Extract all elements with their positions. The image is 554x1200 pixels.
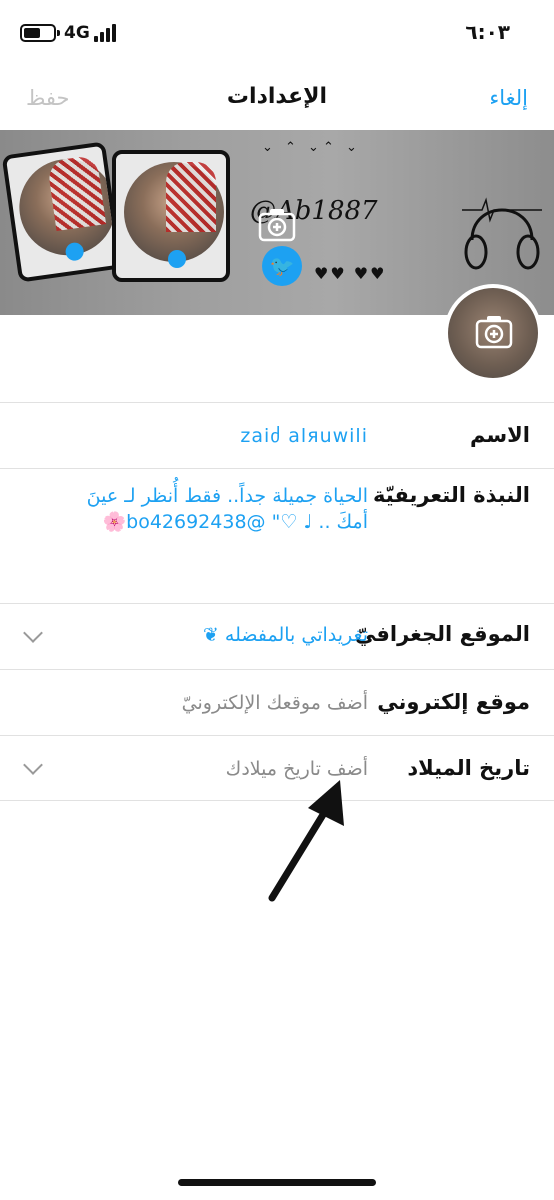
avatar-camera-icon[interactable] (475, 315, 513, 353)
profile-form: الاسم zaiძ alяuwili النبذة التعريفيّة ال… (0, 402, 554, 801)
banner-photo-right (112, 150, 230, 282)
header-banner[interactable]: ⌄ ⌃ ⌄⌃ ⌄ @Ab1887 🐦 ♥♥ ♥♥ (0, 130, 554, 315)
battery-icon (20, 24, 60, 42)
birthday-label: تاريخ الميلاد (407, 756, 530, 780)
profile-avatar[interactable] (444, 284, 542, 382)
bio-row[interactable]: النبذة التعريفيّة الحياة جميلة جداً.. فق… (0, 468, 554, 603)
bio-field[interactable]: الحياة جميلة جداً.. فقط أُنظر لـ عينَ أم… (58, 483, 368, 535)
location-row[interactable]: الموقع الجغرافيّ تغريداتي بالمفضله ❦ (0, 603, 554, 669)
network-type: 4G (64, 23, 90, 43)
bio-label: النبذة التعريفيّة (373, 483, 530, 507)
banner-camera-icon[interactable] (258, 208, 296, 246)
chevron-down-icon[interactable] (23, 755, 43, 775)
annotation-arrow-icon (268, 780, 344, 902)
location-field[interactable]: تغريداتي بالمفضله ❦ (203, 624, 368, 646)
headphones-drawing-icon (462, 197, 542, 270)
twitter-logo-icon: 🐦 (262, 246, 302, 286)
banner-photo-left (1, 141, 123, 283)
status-bar: 4G ٦:٠٣ (0, 0, 554, 64)
birthday-field[interactable]: أضف تاريخ ميلادك (226, 758, 368, 780)
home-indicator[interactable] (178, 1179, 376, 1186)
website-row[interactable]: موقع إلكتروني أضف موقعك الإلكترونيّ (0, 669, 554, 735)
location-label: الموقع الجغرافيّ (354, 622, 530, 646)
chevron-down-icon[interactable] (23, 623, 43, 643)
name-row[interactable]: الاسم zaiძ alяuwili (0, 402, 554, 468)
name-label: الاسم (470, 423, 530, 447)
page-title: الإعدادات (226, 84, 328, 109)
status-time: ٦:٠٣ (465, 20, 510, 44)
save-button[interactable]: حفظ (26, 86, 70, 110)
name-field[interactable]: zaiძ alяuwili (240, 425, 368, 447)
website-label: موقع إلكتروني (377, 690, 530, 714)
website-field[interactable]: أضف موقعك الإلكترونيّ (182, 692, 368, 714)
signal-icon (94, 24, 122, 42)
nav-bar: إلغاء الإعدادات حفظ (0, 64, 554, 130)
birds-decoration: ⌄ ⌃ ⌄⌃ ⌄ (262, 140, 361, 155)
hearts-decoration: ♥♥ ♥♥ (314, 264, 387, 283)
